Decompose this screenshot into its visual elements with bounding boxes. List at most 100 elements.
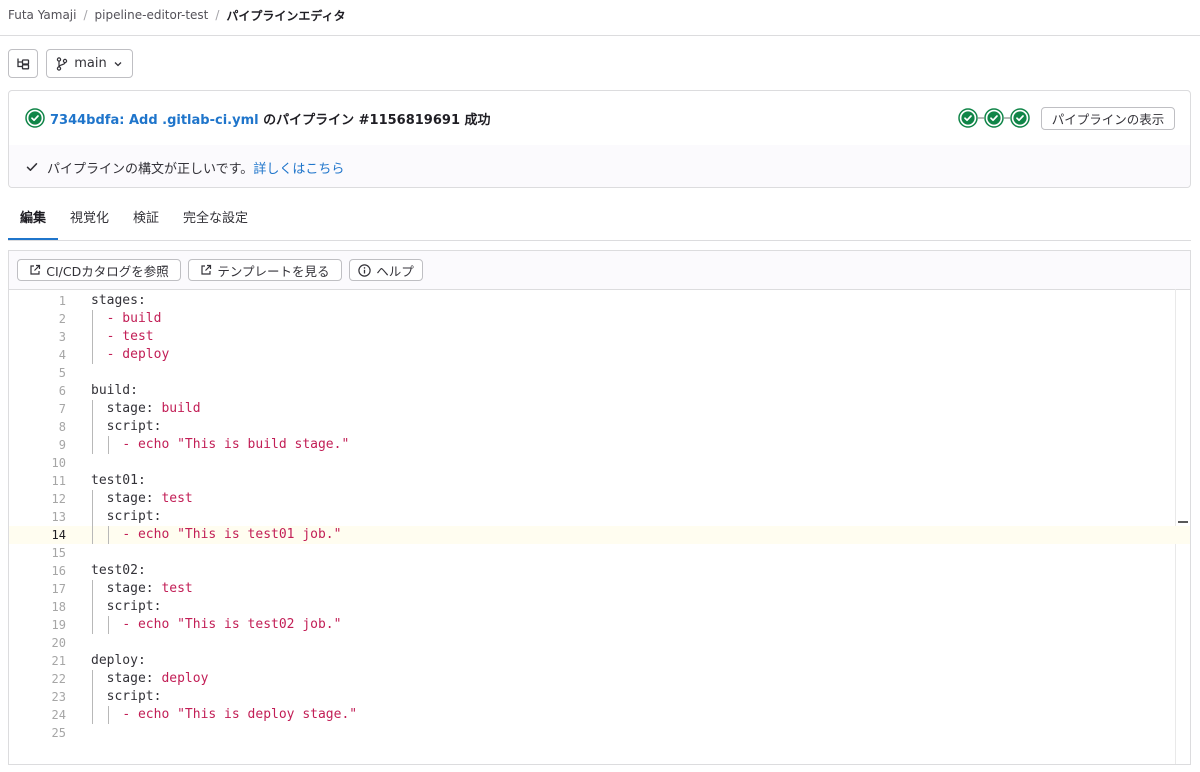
code-line[interactable]: 8 script:: [9, 418, 1190, 436]
code-line[interactable]: 18 script:: [9, 598, 1190, 616]
code-line[interactable]: 24 - echo "This is deploy stage.": [9, 706, 1190, 724]
breadcrumb-item-user[interactable]: Futa Yamaji: [8, 8, 76, 22]
code-text: - echo "This is deploy stage.": [122, 707, 358, 722]
browse-catalog-button[interactable]: CI/CDカタログを参照: [17, 259, 181, 281]
line-number: 25: [51, 726, 66, 740]
code-line[interactable]: 20: [9, 634, 1190, 652]
breadcrumb-current[interactable]: パイプラインエディタ: [226, 7, 345, 24]
browse-templates-button[interactable]: テンプレートを見る: [188, 259, 342, 281]
line-number: 9: [58, 438, 66, 452]
code-line[interactable]: 14 - echo "This is test01 job.": [9, 526, 1190, 544]
editor-tabs: 編集 視覚化 検証 完全な設定: [8, 200, 1191, 241]
check-icon: [26, 163, 38, 171]
stage-success-icon[interactable]: [1010, 108, 1030, 128]
line-number: 23: [51, 690, 66, 704]
header-divider: [0, 35, 1200, 36]
breadcrumb-item-project[interactable]: pipeline-editor-test: [95, 8, 209, 22]
line-number: 11: [51, 474, 66, 488]
code-text: script:: [91, 509, 162, 524]
branch-icon: [57, 56, 68, 71]
pipeline-result: 成功: [460, 113, 491, 128]
code-text: - echo "This is test01 job.": [122, 527, 342, 542]
code-line[interactable]: 1 stages:: [9, 292, 1190, 310]
code-line[interactable]: 6 build:: [9, 382, 1190, 400]
breadcrumb-separator: /: [215, 8, 220, 22]
code-line[interactable]: 7 stage: build: [9, 400, 1190, 418]
code-line[interactable]: 11 test01:: [9, 472, 1190, 490]
code-text: build:: [91, 383, 138, 398]
commit-link[interactable]: 7344bdfa: Add .gitlab-ci.yml: [50, 113, 259, 128]
line-number: 13: [51, 510, 66, 524]
editor-toolbar: CI/CDカタログを参照 テンプレートを見る ヘルプ: [9, 251, 1190, 290]
stage-success-icon[interactable]: [984, 108, 1004, 128]
code-area[interactable]: 1 stages: 2 - build 3 - test 4 - deploy 5 6 bui…: [9, 289, 1190, 764]
code-line[interactable]: 4 - deploy: [9, 346, 1190, 364]
line-number: 21: [51, 654, 66, 668]
code-text: script:: [91, 419, 162, 434]
breadcrumb-separator: /: [83, 8, 88, 22]
code-line[interactable]: 16 test02:: [9, 562, 1190, 580]
pipeline-status-panel: 7344bdfa: Add .gitlab-ci.yml のパイプライン #11…: [8, 90, 1191, 188]
learn-more-link[interactable]: 詳しくはこちら: [253, 162, 344, 177]
line-number: 17: [51, 582, 66, 596]
browse-catalog-label: CI/CDカタログを参照: [46, 263, 169, 279]
code-text: script:: [91, 599, 162, 614]
status-success-icon[interactable]: [25, 108, 45, 128]
validation-text: パイプラインの構文が正しいです。: [47, 162, 254, 177]
stage-success-icon[interactable]: [958, 108, 978, 128]
tab-edit[interactable]: 編集: [8, 200, 59, 240]
line-number: 3: [58, 330, 66, 344]
code-text: stage: deploy: [91, 671, 209, 686]
tab-visualize[interactable]: 視覚化: [58, 200, 121, 240]
line-number: 12: [51, 492, 66, 506]
tab-validate[interactable]: 検証: [121, 200, 171, 240]
branch-selector[interactable]: main: [46, 49, 133, 78]
code-text: - echo "This is build stage.": [122, 437, 350, 452]
code-line[interactable]: 5: [9, 364, 1190, 382]
code-editor: CI/CDカタログを参照 テンプレートを見る ヘルプ 1 stages: 2 - b…: [8, 250, 1191, 765]
status-text-middle: のパイプライン: [258, 113, 359, 128]
code-text: stages:: [91, 293, 146, 308]
code-text: - build: [106, 311, 162, 326]
code-line[interactable]: 19 - echo "This is test02 job.": [9, 616, 1190, 634]
file-tree-toggle-button[interactable]: [8, 49, 38, 78]
pipeline-status-text: 7344bdfa: Add .gitlab-ci.yml のパイプライン #11…: [50, 109, 491, 128]
tab-full-config[interactable]: 完全な設定: [171, 200, 260, 240]
code-line[interactable]: 2 - build: [9, 310, 1190, 328]
line-number: 4: [58, 348, 66, 362]
external-link-icon: [30, 264, 41, 275]
code-line[interactable]: 13 script:: [9, 508, 1190, 526]
code-text: deploy:: [91, 653, 146, 668]
code-line[interactable]: 25: [9, 724, 1190, 742]
validation-message: パイプラインの構文が正しいです。詳しくはこちら: [47, 158, 344, 177]
code-text: stage: test: [91, 581, 193, 596]
external-link-icon: [201, 264, 212, 275]
line-number: 16: [51, 564, 66, 578]
line-number: 10: [51, 456, 66, 470]
code-text: - echo "This is test02 job.": [122, 617, 342, 632]
line-number: 7: [58, 402, 66, 416]
breadcrumb: Futa Yamaji / pipeline-editor-test / パイプ…: [8, 6, 346, 24]
code-line[interactable]: 3 - test: [9, 328, 1190, 346]
code-line[interactable]: 23 script:: [9, 688, 1190, 706]
view-pipeline-button[interactable]: パイプラインの表示: [1041, 107, 1175, 130]
code-text: script:: [91, 689, 162, 704]
browse-templates-label: テンプレートを見る: [217, 263, 330, 279]
code-line[interactable]: 9 - echo "This is build stage.": [9, 436, 1190, 454]
code-line[interactable]: 22 stage: deploy: [9, 670, 1190, 688]
pipeline-id: #1156819691: [358, 113, 460, 128]
code-text: - deploy: [106, 347, 170, 362]
line-number: 2: [58, 312, 66, 326]
code-text: stage: test: [91, 491, 193, 506]
help-label: ヘルプ: [376, 263, 414, 279]
code-line[interactable]: 21 deploy:: [9, 652, 1190, 670]
help-button[interactable]: ヘルプ: [349, 259, 423, 281]
branch-label: main: [74, 56, 107, 71]
line-number: 19: [51, 618, 66, 632]
code-line[interactable]: 12 stage: test: [9, 490, 1190, 508]
code-line[interactable]: 10: [9, 454, 1190, 472]
code-line[interactable]: 15: [9, 544, 1190, 562]
code-text: test02:: [91, 563, 146, 578]
line-number: 15: [51, 546, 66, 560]
code-line[interactable]: 17 stage: test: [9, 580, 1190, 598]
